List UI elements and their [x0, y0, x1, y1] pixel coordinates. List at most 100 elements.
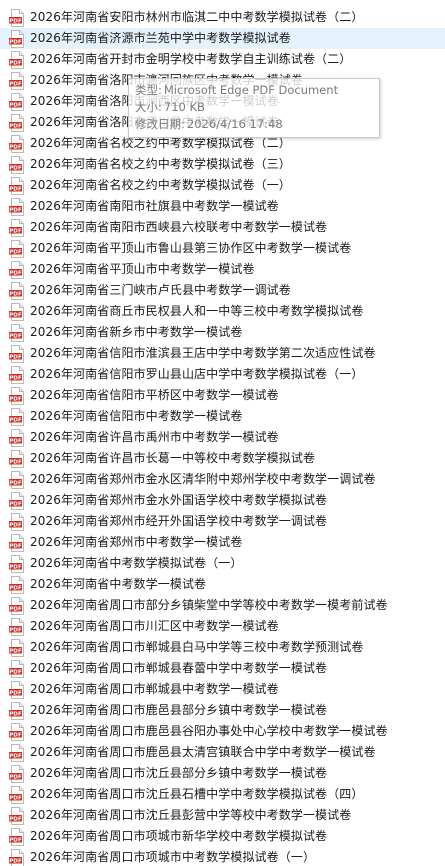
- file-row[interactable]: PDF 2026年河南省周口市鹿邑县部分乡镇中考数学一模试卷: [0, 700, 445, 721]
- pdf-icon: PDF: [9, 617, 25, 636]
- tooltip-size-label: 大小:: [135, 100, 162, 114]
- file-name: 2026年河南省周口市沈丘县彭营中学等校中考数学一模试卷: [30, 808, 352, 822]
- pdf-icon: PDF: [9, 848, 25, 866]
- file-name: 2026年河南省许昌市长葛一中等校中考数学模拟试卷: [30, 451, 316, 465]
- pdf-icon: PDF: [9, 407, 25, 426]
- file-name: 2026年河南省许昌市禹州市中考数学一模试卷: [30, 430, 279, 444]
- pdf-icon: PDF: [9, 386, 25, 405]
- file-row[interactable]: PDF 2026年河南省郑州市经开外国语学校中考数学一调试卷: [0, 511, 445, 532]
- file-row[interactable]: PDF 2026年河南省信阳市淮滨县王店中学中考数学第二次适应性试卷: [0, 343, 445, 364]
- file-name: 2026年河南省平顶山市鲁山县第三协作区中考数学一模试卷: [30, 241, 352, 255]
- file-row[interactable]: PDF 2026年河南省郑州市中考数学一模试卷: [0, 532, 445, 553]
- file-row[interactable]: PDF 2026年河南省新乡市中考数学一模试卷: [0, 322, 445, 343]
- file-name: 2026年河南省中考数学模拟试卷（一）: [30, 556, 243, 570]
- svg-text:PDF: PDF: [9, 207, 22, 213]
- pdf-icon: PDF: [9, 176, 25, 195]
- file-row[interactable]: PDF 2026年河南省平顶山市中考数学一模试卷: [0, 259, 445, 280]
- file-row[interactable]: PDF 2026年河南省周口市郸城县白马中学等三校中考数学预测试卷: [0, 637, 445, 658]
- svg-text:PDF: PDF: [9, 333, 22, 339]
- pdf-icon: PDF: [9, 323, 25, 342]
- svg-text:PDF: PDF: [9, 711, 22, 717]
- file-name: 2026年河南省郑州市经开外国语学校中考数学一调试卷: [30, 514, 328, 528]
- svg-text:PDF: PDF: [9, 60, 22, 66]
- svg-text:PDF: PDF: [9, 39, 22, 45]
- file-row[interactable]: PDF 2026年河南省南阳市西峡县六校联考中考数学一模试卷: [0, 217, 445, 238]
- svg-text:PDF: PDF: [9, 354, 22, 360]
- file-row[interactable]: PDF 2026年河南省开封市金明学校中考数学自主训练试卷（二）: [0, 49, 445, 70]
- pdf-icon: PDF: [9, 701, 25, 720]
- pdf-icon: PDF: [9, 785, 25, 804]
- file-row[interactable]: PDF 2026年河南省周口市沈丘县彭营中学等校中考数学一模试卷: [0, 805, 445, 826]
- pdf-icon: PDF: [9, 113, 25, 132]
- file-row[interactable]: PDF 2026年河南省周口市项城市中考数学模拟试卷（一）: [0, 847, 445, 866]
- file-row[interactable]: PDF 2026年河南省安阳市林州市临淇二中中考数学模拟试卷（二）: [0, 7, 445, 28]
- file-row[interactable]: PDF 2026年河南省中考数学模拟试卷（一）: [0, 553, 445, 574]
- file-row[interactable]: PDF 2026年河南省信阳市罗山县山店中学中考数学模拟试卷（一）: [0, 364, 445, 385]
- svg-text:PDF: PDF: [9, 291, 22, 297]
- file-name: 2026年河南省郑州市金水外国语学校中考数学模拟试卷: [30, 493, 328, 507]
- file-row[interactable]: PDF 2026年河南省南阳市社旗县中考数学一模试卷: [0, 196, 445, 217]
- file-name: 2026年河南省周口市项城市中考数学模拟试卷（一）: [30, 850, 316, 864]
- pdf-icon: PDF: [9, 680, 25, 699]
- file-row[interactable]: PDF 2026年河南省周口市川汇区中考数学一模试卷: [0, 616, 445, 637]
- file-row[interactable]: PDF 2026年河南省济源市兰苑中学中考数学模拟试卷: [0, 28, 445, 49]
- file-row[interactable]: PDF 2026年河南省周口市部分乡镇柴堂中学等校中考数学一模考前试卷: [0, 595, 445, 616]
- pdf-icon: PDF: [9, 134, 25, 153]
- pdf-icon: PDF: [9, 281, 25, 300]
- pdf-icon: PDF: [9, 470, 25, 489]
- file-row[interactable]: PDF 2026年河南省周口市项城市新华学校中考数学模拟试卷: [0, 826, 445, 847]
- file-name: 2026年河南省南阳市社旗县中考数学一模试卷: [30, 199, 279, 213]
- svg-text:PDF: PDF: [9, 81, 22, 87]
- file-row[interactable]: PDF 2026年河南省周口市鹿邑县谷阳办事处中心学校中考数学一模试卷: [0, 721, 445, 742]
- pdf-icon: PDF: [9, 659, 25, 678]
- svg-text:PDF: PDF: [9, 669, 22, 675]
- file-row[interactable]: PDF 2026年河南省周口市郸城县春蕾中学中考数学一模试卷: [0, 658, 445, 679]
- file-name: 2026年河南省名校之约中考数学模拟试卷（三）: [30, 157, 291, 171]
- pdf-icon: PDF: [9, 302, 25, 321]
- file-name: 2026年河南省周口市郸城县白马中学等三校中考数学预测试卷: [30, 640, 364, 654]
- svg-text:PDF: PDF: [9, 18, 22, 24]
- file-name: 2026年河南省信阳市罗山县山店中学中考数学模拟试卷（一）: [30, 367, 364, 381]
- file-row[interactable]: PDF 2026年河南省商丘市民权县人和一中等三校中考数学模拟试卷: [0, 301, 445, 322]
- svg-text:PDF: PDF: [9, 522, 22, 528]
- file-row[interactable]: PDF 2026年河南省信阳市平桥区中考数学一模试卷: [0, 385, 445, 406]
- file-name: 2026年河南省中考数学一模试卷: [30, 577, 207, 591]
- file-row[interactable]: PDF 2026年河南省周口市鹿邑县太清宫镇联合中学中考数学一模试卷: [0, 742, 445, 763]
- file-row[interactable]: PDF 2026年河南省平顶山市鲁山县第三协作区中考数学一模试卷: [0, 238, 445, 259]
- file-row[interactable]: PDF 2026年河南省名校之约中考数学模拟试卷（一）: [0, 175, 445, 196]
- file-row[interactable]: PDF 2026年河南省周口市郸城县中考数学一模试卷: [0, 679, 445, 700]
- svg-text:PDF: PDF: [9, 186, 22, 192]
- pdf-icon: PDF: [9, 92, 25, 111]
- file-row[interactable]: PDF 2026年河南省许昌市禹州市中考数学一模试卷: [0, 427, 445, 448]
- tooltip-type-label: 类型:: [135, 83, 162, 97]
- tooltip-date-value: 2026/4/16 17:48: [186, 117, 283, 131]
- file-row[interactable]: PDF 2026年河南省信阳市中考数学一模试卷: [0, 406, 445, 427]
- file-row[interactable]: PDF 2026年河南省名校之约中考数学模拟试卷（三）: [0, 154, 445, 175]
- file-row[interactable]: PDF 2026年河南省周口市沈丘县部分乡镇中考数学一模试卷: [0, 763, 445, 784]
- pdf-icon: PDF: [9, 449, 25, 468]
- tooltip-date-line: 修改日期: 2026/4/16 17:48: [135, 116, 373, 133]
- file-row[interactable]: PDF 2026年河南省中考数学一模试卷: [0, 574, 445, 595]
- file-name: 2026年河南省开封市金明学校中考数学自主训练试卷（二）: [30, 52, 352, 66]
- file-name: 2026年河南省周口市鹿邑县太清宫镇联合中学中考数学一模试卷: [30, 745, 376, 759]
- svg-text:PDF: PDF: [9, 165, 22, 171]
- file-row[interactable]: PDF 2026年河南省周口市沈丘县石槽中学中考数学模拟试卷（四）: [0, 784, 445, 805]
- file-name: 2026年河南省周口市郸城县春蕾中学中考数学一模试卷: [30, 661, 328, 675]
- file-name: 2026年河南省安阳市林州市临淇二中中考数学模拟试卷（二）: [30, 10, 364, 24]
- pdf-icon: PDF: [9, 428, 25, 447]
- file-row[interactable]: PDF 2026年河南省郑州市金水外国语学校中考数学模拟试卷: [0, 490, 445, 511]
- svg-text:PDF: PDF: [9, 606, 22, 612]
- file-name: 2026年河南省南阳市西峡县六校联考中考数学一模试卷: [30, 220, 328, 234]
- pdf-icon: PDF: [9, 50, 25, 69]
- file-row[interactable]: PDF 2026年河南省三门峡市卢氏县中考数学一调试卷: [0, 280, 445, 301]
- tooltip-size-line: 大小: 710 KB: [135, 99, 373, 116]
- file-name: 2026年河南省信阳市淮滨县王店中学中考数学第二次适应性试卷: [30, 346, 376, 360]
- file-name: 2026年河南省周口市部分乡镇柴堂中学等校中考数学一模考前试卷: [30, 598, 388, 612]
- pdf-icon: PDF: [9, 722, 25, 741]
- pdf-icon: PDF: [9, 575, 25, 594]
- file-name: 2026年河南省平顶山市中考数学一模试卷: [30, 262, 255, 276]
- pdf-icon: PDF: [9, 29, 25, 48]
- file-row[interactable]: PDF 2026年河南省许昌市长葛一中等校中考数学模拟试卷: [0, 448, 445, 469]
- svg-text:PDF: PDF: [9, 816, 22, 822]
- file-row[interactable]: PDF 2026年河南省郑州市金水区清华附中郑州学校中考数学一调试卷: [0, 469, 445, 490]
